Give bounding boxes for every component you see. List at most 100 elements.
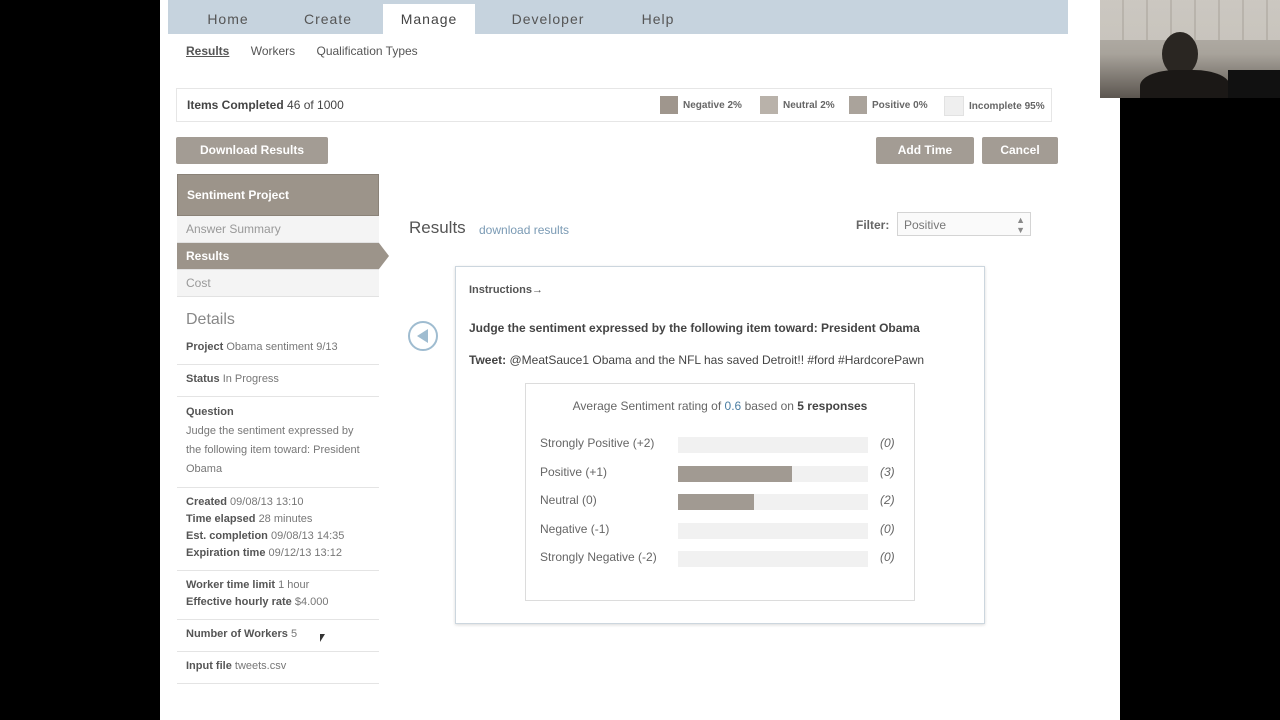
detail-rate-value: $4.000 [294, 596, 329, 608]
filter-select[interactable]: Positive ▲ ▼ [897, 212, 1031, 236]
rating-row-count: (0) [880, 521, 895, 536]
rating-row-label: Neutral (0) [540, 493, 597, 507]
app-window: Home Create Manage Developer Help Result… [160, 0, 1080, 720]
mouse-cursor-icon [320, 634, 325, 642]
detail-created-value: 09/08/13 13:10 [230, 496, 304, 508]
sidebar-project-title[interactable]: Sentiment Project [177, 174, 379, 216]
subnav-qualification-types[interactable]: Qualification Types [317, 44, 418, 58]
rating-bar-track [678, 522, 868, 539]
detail-workers-value: 5 [290, 628, 298, 640]
legend-positive-swatch [849, 96, 867, 114]
legend-positive: Positive 0% [849, 96, 928, 114]
legend-negative-swatch [660, 96, 678, 114]
rating-bar-track [678, 494, 868, 510]
rating-row-count: (0) [880, 550, 895, 564]
detail-exp-key: Expiration time [186, 547, 266, 559]
sidebar-item-answer-summary[interactable]: Answer Summary [177, 216, 379, 243]
add-time-button[interactable]: Add Time [876, 137, 974, 164]
average-responses: 5 responses [797, 399, 868, 413]
detail-limit-key: Worker time limit [186, 579, 276, 591]
detail-input-key: Input file [186, 660, 232, 672]
detail-limit-value: 1 hour [278, 579, 310, 591]
detail-workers-key: Number of Workers [186, 628, 288, 640]
rating-row-label: Negative (-1) [540, 521, 610, 536]
rating-bar-fill [678, 494, 754, 510]
rating-bar-track [678, 465, 868, 482]
detail-status: Status In Progress [177, 365, 379, 397]
rating-row-count: (2) [880, 493, 895, 507]
detail-est-key: Est. completion [186, 530, 268, 542]
rating-row-label: Strongly Negative (-2) [540, 550, 657, 564]
rating-bar-track [678, 437, 868, 453]
previous-item-button[interactable] [408, 321, 438, 351]
rating-row-label: Strongly Positive (+2) [540, 436, 655, 450]
legend-incomplete-label: Incomplete 95% [969, 100, 1045, 112]
detail-project: Project Obama sentiment 9/13 [177, 333, 379, 365]
cancel-button[interactable]: Cancel [982, 137, 1058, 164]
items-completed-title: Items Completed [187, 98, 284, 112]
legend-positive-label: Positive 0% [872, 99, 928, 111]
filter-selected-value: Positive [904, 218, 947, 232]
rating-row-count: (3) [880, 464, 895, 479]
sub-nav: Results Workers Qualification Types [186, 44, 436, 58]
detail-project-key: Project [186, 341, 224, 353]
dark-region [1120, 98, 1280, 720]
average-rating: Average Sentiment rating of 0.6 based on… [526, 399, 914, 413]
detail-rate-key: Effective hourly rate [186, 596, 292, 608]
webcam-overlay [1100, 0, 1280, 98]
detail-question-key: Question [186, 406, 234, 418]
legend-incomplete: Incomplete 95% [944, 96, 1045, 116]
detail-elapsed-value: 28 minutes [258, 513, 313, 525]
items-completed-value: 46 of 1000 [287, 98, 344, 112]
legend-neutral: Neutral 2% [760, 96, 835, 114]
filter-label: Filter: [856, 218, 890, 232]
rating-bar-fill [678, 465, 792, 482]
instructions-toggle[interactable]: Instructions→ [469, 284, 543, 296]
tweet-label: Tweet: [469, 353, 507, 367]
rating-row-count: (0) [880, 436, 895, 450]
tab-home[interactable]: Home [190, 4, 266, 34]
rating-summary: Average Sentiment rating of 0.6 based on… [525, 383, 915, 601]
detail-input-file: Input file tweets.csv [177, 652, 379, 684]
tab-manage[interactable]: Manage [383, 4, 475, 34]
subnav-results[interactable]: Results [186, 44, 229, 58]
legend-negative-label: Negative 2% [683, 99, 742, 111]
detail-exp-value: 09/12/13 13:12 [268, 547, 342, 559]
rating-bar-track [678, 551, 868, 567]
main-nav: Home Create Manage Developer Help [168, 0, 1068, 34]
sidebar-item-results[interactable]: Results [177, 243, 389, 270]
detail-created-key: Created [186, 496, 227, 508]
rating-row-label: Positive (+1) [540, 464, 608, 479]
average-mid: based on [744, 399, 794, 413]
legend-neutral-swatch [760, 96, 778, 114]
detail-worker-limits: Worker time limit 1 hour Effective hourl… [177, 571, 379, 620]
download-results-link[interactable]: download results [479, 223, 569, 237]
details-heading: Details [186, 311, 235, 328]
average-prefix: Average Sentiment rating of [572, 399, 722, 413]
tab-developer[interactable]: Developer [498, 4, 598, 34]
legend-neutral-label: Neutral 2% [783, 99, 835, 111]
detail-timing: Created 09/08/13 13:10 Time elapsed 28 m… [177, 488, 379, 571]
detail-status-key: Status [186, 373, 220, 385]
tab-create[interactable]: Create [278, 4, 378, 34]
sidebar-item-cost[interactable]: Cost [177, 270, 379, 297]
result-card: Instructions→ Judge the sentiment expres… [455, 266, 985, 624]
subnav-workers[interactable]: Workers [251, 44, 295, 58]
detail-status-value: In Progress [222, 373, 279, 385]
detail-elapsed-key: Time elapsed [186, 513, 256, 525]
item-question: Judge the sentiment expressed by the fol… [469, 321, 920, 335]
detail-project-value: Obama sentiment 9/13 [226, 341, 338, 353]
detail-question: Question Judge the sentiment expressed by… [177, 397, 379, 488]
tweet-text: @MeatSauce1 Obama and the NFL has saved … [509, 353, 925, 367]
item-tweet: Tweet: @MeatSauce1 Obama and the NFL has… [469, 353, 924, 367]
legend-incomplete-swatch [944, 96, 964, 116]
tab-help[interactable]: Help [618, 4, 698, 34]
page-title: Results [409, 218, 466, 237]
detail-question-value: Judge the sentiment expressed by the fol… [186, 425, 360, 475]
detail-input-value: tweets.csv [234, 660, 287, 672]
sidebar: Sentiment Project Answer Summary Results… [177, 174, 389, 684]
download-results-button[interactable]: Download Results [176, 137, 328, 164]
chevron-updown-icon: ▲ ▼ [1016, 215, 1025, 235]
average-value: 0.6 [724, 399, 742, 413]
items-completed-label: Items Completed 46 of 1000 [187, 98, 344, 112]
